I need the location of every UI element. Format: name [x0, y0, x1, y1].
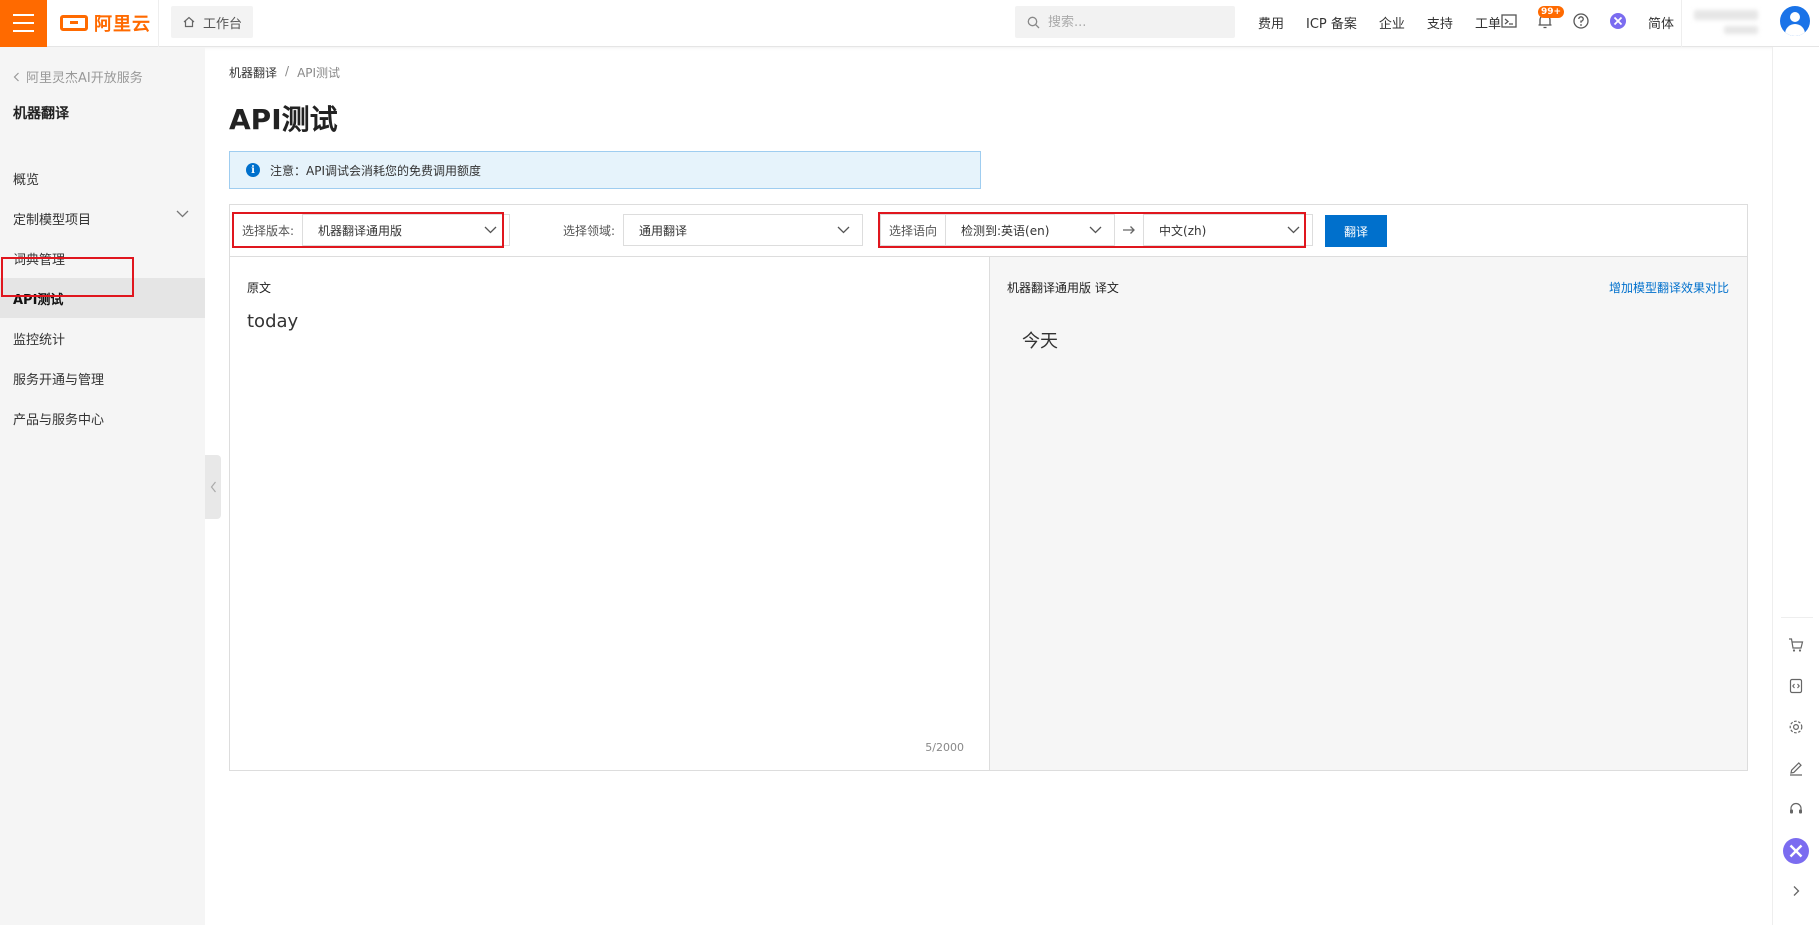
chevron-down-icon — [176, 210, 189, 218]
workbench-label: 工作台 — [203, 16, 243, 32]
customer-service-icon[interactable] — [1786, 799, 1806, 819]
help-icon[interactable] — [1572, 12, 1590, 30]
top-link-enterprise[interactable]: 企业 — [1379, 13, 1405, 32]
translation-output: 今天 — [1022, 331, 1058, 352]
workbench-button[interactable]: 工作台 — [171, 6, 253, 38]
sidebar-item-custom-models[interactable]: 定制模型项目 — [0, 198, 205, 238]
user-avatar[interactable] — [1780, 6, 1810, 36]
info-icon: i — [246, 163, 260, 177]
logo-text: 阿里云 — [94, 14, 151, 35]
chevron-down-icon — [1287, 226, 1300, 234]
domain-select[interactable]: 通用翻译 — [623, 214, 864, 246]
code-icon[interactable] — [1786, 676, 1806, 696]
sidebar-collapse-handle[interactable] — [205, 455, 221, 519]
cart-icon[interactable] — [1786, 635, 1806, 655]
sidebar-item-service-management[interactable]: 服务开通与管理 — [0, 358, 205, 398]
top-bar: 阿里云 工作台 费用 ICP 备案 企业 支持 工单 99+ 简体 — [0, 0, 1819, 47]
right-tool-rail — [1772, 47, 1819, 925]
top-link-ticket[interactable]: 工单 — [1475, 13, 1501, 32]
breadcrumb-item-current: API测试 — [297, 66, 341, 80]
sidebar-item-label: 词典管理 — [13, 252, 66, 268]
terminal-icon[interactable] — [1500, 12, 1518, 30]
sidebar-item-label: 监控统计 — [13, 332, 66, 348]
hamburger-menu-button[interactable] — [0, 0, 47, 47]
source-text-input[interactable]: today — [247, 311, 298, 332]
sidebar-title: 机器翻译 — [13, 106, 69, 122]
home-icon — [183, 16, 195, 28]
swap-direction-arrow — [1115, 214, 1143, 246]
logo-mark-icon — [60, 15, 88, 31]
api-test-panel: 选择版本: 机器翻译通用版 选择领域: 通用翻译 选择语向 检测到:英语(en) — [229, 204, 1748, 771]
add-model-compare-link[interactable]: 增加模型翻译效果对比 — [1609, 279, 1729, 296]
sidebar-item-dictionary[interactable]: 词典管理 — [0, 238, 205, 278]
sidebar-item-product-center[interactable]: 产品与服务中心 — [0, 398, 205, 438]
version-value: 机器翻译通用版 — [318, 223, 403, 238]
character-counter: 5/2000 — [925, 741, 964, 754]
account-name-blurred[interactable] — [1690, 6, 1766, 40]
sidebar-item-overview[interactable]: 概览 — [0, 158, 205, 198]
page-title: API测试 — [229, 103, 338, 136]
top-link-billing[interactable]: 费用 — [1258, 13, 1284, 32]
ai-assistant-icon[interactable] — [1609, 12, 1627, 30]
version-select-group: 选择版本: 机器翻译通用版 — [234, 214, 511, 246]
translation-toolbar: 选择版本: 机器翻译通用版 选择领域: 通用翻译 选择语向 检测到:英语(en) — [230, 205, 1747, 257]
notification-badge: 99+ — [1538, 6, 1565, 18]
breadcrumb-item-mt[interactable]: 机器翻译 — [229, 64, 277, 81]
target-pane: 机器翻译通用版 译文 增加模型翻译效果对比 今天 — [990, 257, 1747, 770]
target-pane-label: 机器翻译通用版 译文 — [1007, 281, 1119, 295]
gear-icon[interactable] — [1786, 717, 1806, 737]
edit-icon[interactable] — [1786, 758, 1806, 778]
sidebar: 阿里灵杰AI开放服务 机器翻译 概览 定制模型项目 词典管理 API测试 监控统… — [0, 47, 205, 925]
top-link-support[interactable]: 支持 — [1427, 13, 1453, 32]
direction-label: 选择语向 — [880, 214, 946, 246]
source-pane[interactable]: 原文 today 5/2000 — [230, 257, 990, 770]
sidebar-item-label: 定制模型项目 — [13, 212, 92, 228]
notice-banner: i 注意：API调试会消耗您的免费调用额度 — [229, 151, 981, 189]
source-language-value: 检测到:英语(en) — [961, 223, 1050, 238]
domain-label: 选择领域: — [563, 223, 616, 238]
source-language-select[interactable]: 检测到:英语(en) — [945, 214, 1116, 246]
search-icon — [1027, 16, 1040, 28]
chevron-down-icon — [484, 226, 497, 234]
search-input[interactable] — [1048, 14, 1218, 30]
ai-assistant-icon[interactable] — [1782, 837, 1810, 865]
sidebar-item-label: 概览 — [13, 172, 40, 188]
language-switch[interactable]: 简体 — [1648, 13, 1674, 32]
sidebar-item-monitoring[interactable]: 监控统计 — [0, 318, 205, 358]
source-pane-label: 原文 — [247, 281, 272, 295]
notice-text: 注意：API调试会消耗您的免费调用额度 — [270, 163, 481, 178]
chevron-left-icon — [210, 481, 216, 493]
top-links: 费用 ICP 备案 企业 支持 工单 — [1258, 0, 1523, 44]
direction-select-group: 选择语向 检测到:英语(en) 中文(zh) — [880, 214, 1314, 246]
search-box[interactable] — [1015, 6, 1235, 38]
breadcrumb: 机器翻译 / API测试 — [229, 64, 340, 81]
sidebar-item-label: API测试 — [13, 292, 64, 308]
top-link-icp[interactable]: ICP 备案 — [1306, 13, 1357, 32]
chevron-down-icon — [1089, 226, 1102, 234]
domain-value: 通用翻译 — [639, 223, 688, 238]
aliyun-logo[interactable]: 阿里云 — [60, 11, 151, 35]
translate-button[interactable]: 翻译 — [1325, 215, 1387, 247]
sidebar-item-api-test[interactable]: API测试 — [0, 278, 205, 318]
version-select[interactable]: 机器翻译通用版 — [302, 214, 511, 246]
domain-select-group: 选择领域: 通用翻译 — [555, 214, 864, 246]
chevron-down-icon — [837, 226, 850, 234]
chevron-left-icon — [13, 72, 19, 81]
sidebar-back-link[interactable]: 阿里灵杰AI开放服务 — [13, 67, 143, 86]
back-link-label: 阿里灵杰AI开放服务 — [26, 71, 143, 86]
sidebar-item-label: 产品与服务中心 — [13, 412, 105, 428]
target-language-value: 中文(zh) — [1159, 223, 1207, 238]
breadcrumb-separator: / — [285, 64, 290, 78]
version-label: 选择版本: — [242, 223, 295, 238]
sidebar-item-label: 服务开通与管理 — [13, 372, 105, 388]
target-language-select[interactable]: 中文(zh) — [1143, 214, 1314, 246]
chevron-right-icon[interactable] — [1786, 881, 1806, 901]
arrow-right-icon — [1123, 226, 1135, 234]
